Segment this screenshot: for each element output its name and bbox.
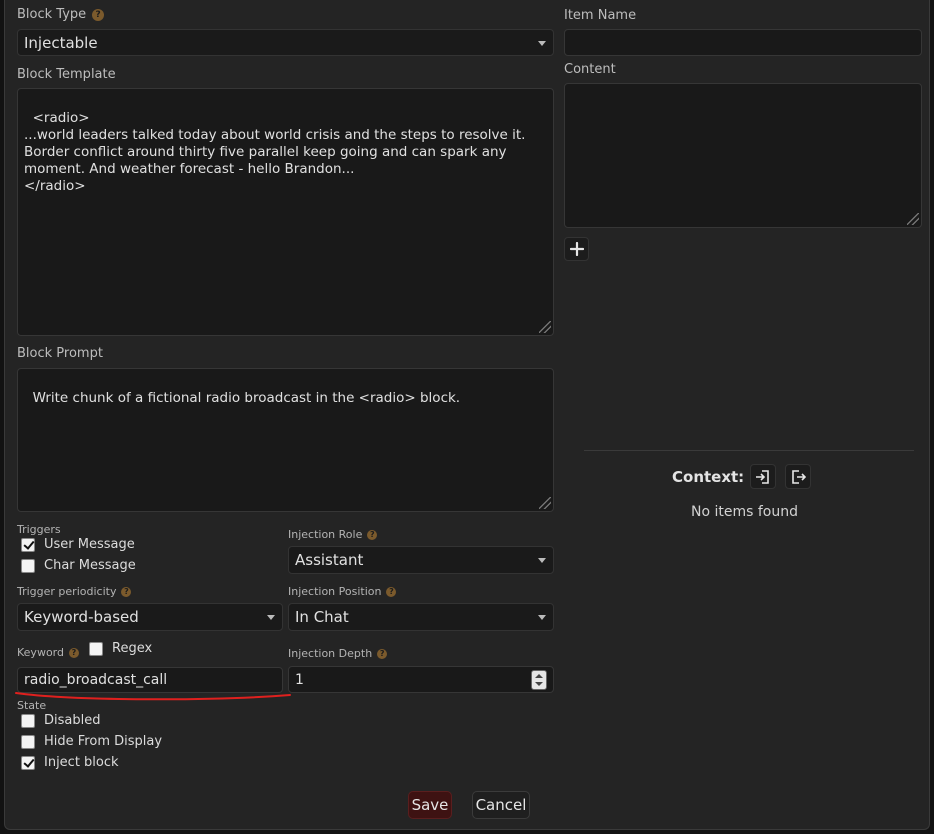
injection-depth-label: Injection Depth?	[288, 647, 388, 660]
injection-position-value: In Chat	[295, 608, 349, 626]
import-icon	[756, 469, 769, 484]
state-disabled[interactable]: Disabled	[21, 713, 100, 728]
item-name-input[interactable]	[564, 29, 922, 56]
inject-block-checkbox[interactable]	[21, 755, 35, 770]
trigger-user-message[interactable]: User Message	[21, 537, 135, 552]
char-message-checkbox[interactable]	[21, 558, 35, 573]
help-icon[interactable]: ?	[367, 530, 378, 540]
resize-handle-icon[interactable]	[539, 321, 551, 333]
triggers-label: Triggers	[17, 523, 61, 536]
block-template-textarea[interactable]: <radio> ...world leaders talked today ab…	[17, 88, 554, 336]
injection-role-value: Assistant	[295, 551, 364, 569]
trigger-char-message[interactable]: Char Message	[21, 558, 136, 573]
regex-toggle[interactable]: Regex	[89, 641, 152, 656]
disabled-checkbox[interactable]	[21, 713, 35, 728]
help-icon[interactable]: ?	[68, 648, 79, 658]
hide-from-display-checkbox[interactable]	[21, 734, 35, 749]
resize-handle-icon[interactable]	[539, 497, 551, 509]
export-icon	[792, 469, 806, 484]
state-hide-from-display[interactable]: Hide From Display	[21, 734, 162, 749]
block-type-value: Injectable	[24, 33, 98, 52]
block-type-label: Block Type?	[17, 7, 105, 22]
chevron-down-icon	[538, 40, 546, 46]
block-prompt-textarea[interactable]: Write chunk of a fictional radio broadca…	[17, 368, 554, 512]
block-type-select[interactable]: Injectable	[17, 29, 554, 56]
injection-role-label: Injection Role?	[288, 528, 378, 541]
block-prompt-text: Write chunk of a fictional radio broadca…	[32, 390, 461, 406]
import-context-button[interactable]	[750, 464, 776, 489]
cancel-button[interactable]: Cancel	[472, 791, 530, 819]
resize-handle-icon[interactable]	[907, 213, 919, 225]
state-inject-block[interactable]: Inject block	[21, 755, 119, 770]
item-name-label: Item Name	[564, 8, 637, 23]
injection-depth-value: 1	[295, 671, 304, 688]
regex-checkbox[interactable]	[89, 641, 103, 656]
content-label: Content	[564, 62, 616, 77]
trigger-periodicity-value: Keyword-based	[24, 608, 139, 626]
help-icon[interactable]: ?	[377, 649, 388, 659]
number-stepper[interactable]	[531, 670, 547, 690]
divider	[584, 450, 914, 451]
help-icon[interactable]: ?	[92, 8, 105, 21]
injection-position-select[interactable]: In Chat	[288, 603, 554, 631]
help-icon[interactable]: ?	[386, 587, 397, 597]
trigger-periodicity-select[interactable]: Keyword-based	[17, 603, 283, 631]
context-empty-text: No items found	[691, 504, 798, 520]
step-down-icon[interactable]	[535, 682, 543, 686]
chevron-down-icon	[267, 615, 275, 620]
state-label: State	[17, 699, 47, 712]
block-prompt-label: Block Prompt	[17, 346, 103, 361]
chevron-down-icon	[538, 558, 546, 563]
block-template-text: <radio> ...world leaders talked today ab…	[24, 110, 526, 194]
save-button[interactable]: Save	[408, 791, 452, 819]
content-textarea[interactable]	[564, 83, 922, 228]
step-up-icon[interactable]	[535, 674, 543, 678]
user-message-checkbox[interactable]	[21, 537, 35, 552]
plus-icon	[569, 242, 584, 256]
chevron-down-icon	[538, 615, 546, 620]
keyword-value: radio_broadcast_call	[24, 672, 168, 688]
injection-role-select[interactable]: Assistant	[288, 546, 554, 574]
injection-depth-input[interactable]: 1	[288, 666, 554, 693]
context-title: Context:	[672, 468, 745, 486]
trigger-periodicity-label: Trigger periodicity?	[17, 585, 132, 598]
injection-position-label: Injection Position?	[288, 585, 397, 598]
block-template-label: Block Template	[17, 67, 116, 82]
add-item-button[interactable]	[564, 237, 589, 261]
help-icon[interactable]: ?	[121, 587, 132, 597]
red-underline-annotation	[15, 692, 291, 701]
keyword-label: Keyword?	[17, 646, 79, 659]
export-context-button[interactable]	[785, 464, 811, 489]
